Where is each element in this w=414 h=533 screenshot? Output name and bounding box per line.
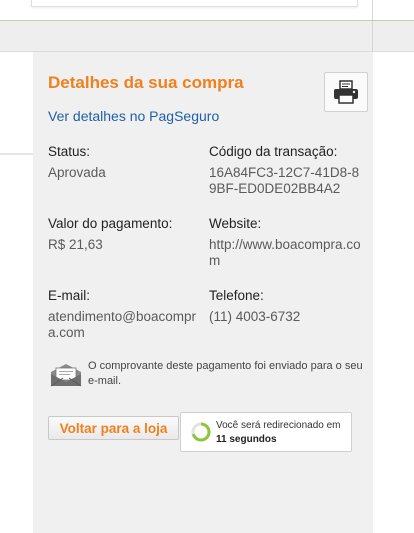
transaction-label: Código da transação:: [209, 144, 338, 159]
phone-field: Telefone: (11) 4003-6732: [209, 288, 361, 325]
print-button[interactable]: [324, 72, 368, 112]
envelope-icon: [50, 364, 82, 387]
transaction-field: Código da transação: 16A84FC3-12C7-41D8-…: [209, 144, 361, 197]
website-label: Website:: [209, 216, 262, 231]
status-label: Status:: [48, 144, 91, 159]
email-value: atendimento@boacompra.com: [48, 309, 197, 340]
status-field: Status: Aprovada: [48, 144, 198, 181]
pagseguro-details-link[interactable]: Ver detalhes no PagSeguro: [48, 108, 219, 124]
printer-icon: [334, 80, 358, 104]
redirect-prefix: Você será redirecionado em: [216, 420, 341, 431]
redirect-notice: Você será redirecionado em 11 segundos: [180, 412, 352, 452]
email-label: E-mail:: [48, 288, 91, 303]
header-band: [0, 21, 414, 52]
back-to-store-button[interactable]: Voltar para a loja: [48, 416, 179, 440]
transaction-value: 16A84FC3-12C7-41D8-89BF-ED0DE02BB4A2: [209, 165, 360, 196]
website-field: Website: http://www.boacompra.com: [209, 216, 367, 269]
notice-text: O comprovante deste pagamento foi enviad…: [88, 360, 363, 387]
website-value: http://www.boacompra.com: [209, 237, 361, 268]
status-value: Aprovada: [48, 165, 106, 180]
redirect-seconds: 11 segundos: [216, 434, 277, 445]
spinner-icon: [191, 422, 211, 442]
divider: [372, 21, 373, 52]
divider: [0, 153, 33, 155]
amount-field: Valor do pagamento: R$ 21,63: [48, 216, 198, 253]
email-notice: O comprovante deste pagamento foi enviad…: [48, 357, 366, 391]
amount-value: R$ 21,63: [48, 237, 103, 252]
email-field: E-mail: atendimento@boacompra.com: [48, 288, 206, 341]
phone-label: Telefone:: [209, 288, 264, 303]
top-card: [31, 0, 358, 7]
amount-label: Valor do pagamento:: [48, 216, 173, 231]
redirect-text: Você será redirecionado em 11 segundos: [216, 419, 351, 447]
panel-title: Detalhes da sua compra: [48, 73, 244, 92]
purchase-details-panel: Detalhes da sua compra Ver detalhes no P…: [33, 52, 373, 533]
phone-value: (11) 4003-6732: [209, 309, 301, 324]
divider: [372, 0, 373, 20]
